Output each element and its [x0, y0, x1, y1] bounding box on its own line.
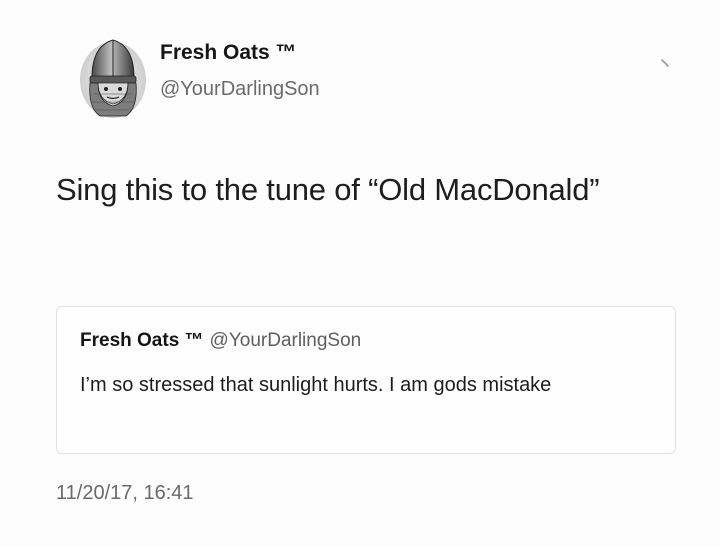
quoted-tweet-header: Fresh Oats ™ @YourDarlingSon: [80, 329, 361, 353]
author-handle[interactable]: @YourDarlingSon: [160, 76, 320, 102]
knight-helmet-icon: [80, 39, 146, 118]
quoted-author-handle: @YourDarlingSon: [209, 330, 362, 351]
quoted-tweet[interactable]: Fresh Oats ™ @YourDarlingSon I’m so stres…: [56, 306, 676, 454]
tweet-card: Fresh Oats ™ @YourDarlingSon Sing this t…: [0, 0, 720, 547]
avatar[interactable]: [78, 36, 148, 120]
author-block[interactable]: Fresh Oats ™ @YourDarlingSon: [160, 40, 320, 102]
tweet-text: Sing this to the tune of “Old MacDonald”: [56, 172, 600, 207]
quoted-author-display-name: Fresh Oats ™: [80, 330, 204, 351]
author-display-name[interactable]: Fresh Oats ™: [160, 40, 320, 66]
quoted-tweet-text: I’m so stressed that sunlight hurts. I a…: [80, 374, 552, 396]
tweet-timestamp[interactable]: 11/20/17, 16:41: [56, 480, 194, 506]
chevron-down-icon[interactable]: [660, 56, 672, 68]
